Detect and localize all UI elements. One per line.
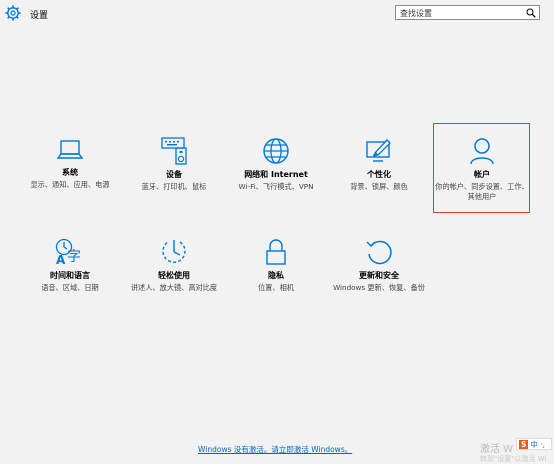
globe-icon: [263, 138, 289, 164]
search-input[interactable]: 查找设置: [395, 5, 540, 20]
tile-time-language-desc: 语音、区域、日期: [41, 283, 99, 292]
activation-watermark: 激活 W: [480, 444, 514, 455]
page-title: 设置: [30, 11, 49, 21]
tile-update-security-title: 更新和安全: [359, 271, 399, 280]
ime-toolbar[interactable]: S中 ·,: [516, 438, 552, 450]
tile-devices[interactable]: 设备 蓝牙、打印机、鼠标: [124, 137, 224, 192]
tile-system-desc: 显示、通知、应用、电源: [30, 180, 110, 189]
search-icon[interactable]: [526, 8, 536, 18]
tile-personalization[interactable]: 个性化 背景、锁屏、颜色: [329, 137, 429, 192]
search-placeholder: 查找设置: [400, 9, 432, 18]
time-language-icon: A 字: [55, 238, 81, 266]
lock-icon: [266, 239, 286, 265]
selection-highlight: [433, 123, 530, 213]
gear-icon: [5, 5, 21, 21]
tile-ease-of-access[interactable]: 轻松使用 讲述人、放大镜、高对比度: [124, 238, 224, 293]
laptop-icon: [56, 140, 84, 159]
svg-text:A: A: [56, 253, 66, 266]
tile-system-title: 系统: [62, 168, 78, 177]
tile-network-desc: Wi-Fi、飞行模式、VPN: [238, 182, 314, 191]
ime-mode: 中 ·,: [530, 440, 546, 449]
update-icon: [366, 240, 392, 265]
tile-time-language-title: 时间和语言: [50, 271, 90, 280]
svg-text:字: 字: [67, 249, 81, 265]
tile-privacy-desc: 位置、相机: [258, 283, 294, 292]
tile-system[interactable]: 系统 显示、通知、应用、电源: [20, 137, 120, 190]
tile-privacy[interactable]: 隐私 位置、相机: [226, 238, 326, 293]
tile-time-language[interactable]: A 字 时间和语言 语音、区域、日期: [20, 238, 120, 293]
tile-update-security[interactable]: 更新和安全 Windows 更新、恢复、备份: [329, 238, 429, 293]
tile-privacy-title: 隐私: [268, 271, 284, 280]
tile-personalization-desc: 背景、锁屏、颜色: [350, 182, 408, 191]
paint-icon: [366, 139, 391, 162]
tile-network-title: 网络和 Internet: [244, 170, 308, 179]
tile-ease-of-access-desc: 讲述人、放大镜、高对比度: [130, 283, 218, 292]
tile-devices-desc: 蓝牙、打印机、鼠标: [141, 182, 207, 191]
tile-devices-title: 设备: [166, 170, 182, 179]
tile-personalization-title: 个性化: [367, 170, 391, 179]
ease-of-access-icon: [162, 240, 186, 263]
tile-ease-of-access-title: 轻松使用: [158, 271, 190, 280]
ime-logo: S: [519, 440, 529, 449]
tile-update-security-desc: Windows 更新、恢复、备份: [333, 283, 425, 292]
tile-network[interactable]: 网络和 Internet Wi-Fi、飞行模式、VPN: [226, 137, 326, 192]
activate-windows-link[interactable]: Windows 没有激活。请立即激活 Windows。: [198, 444, 352, 455]
devices-icon: [161, 137, 187, 165]
